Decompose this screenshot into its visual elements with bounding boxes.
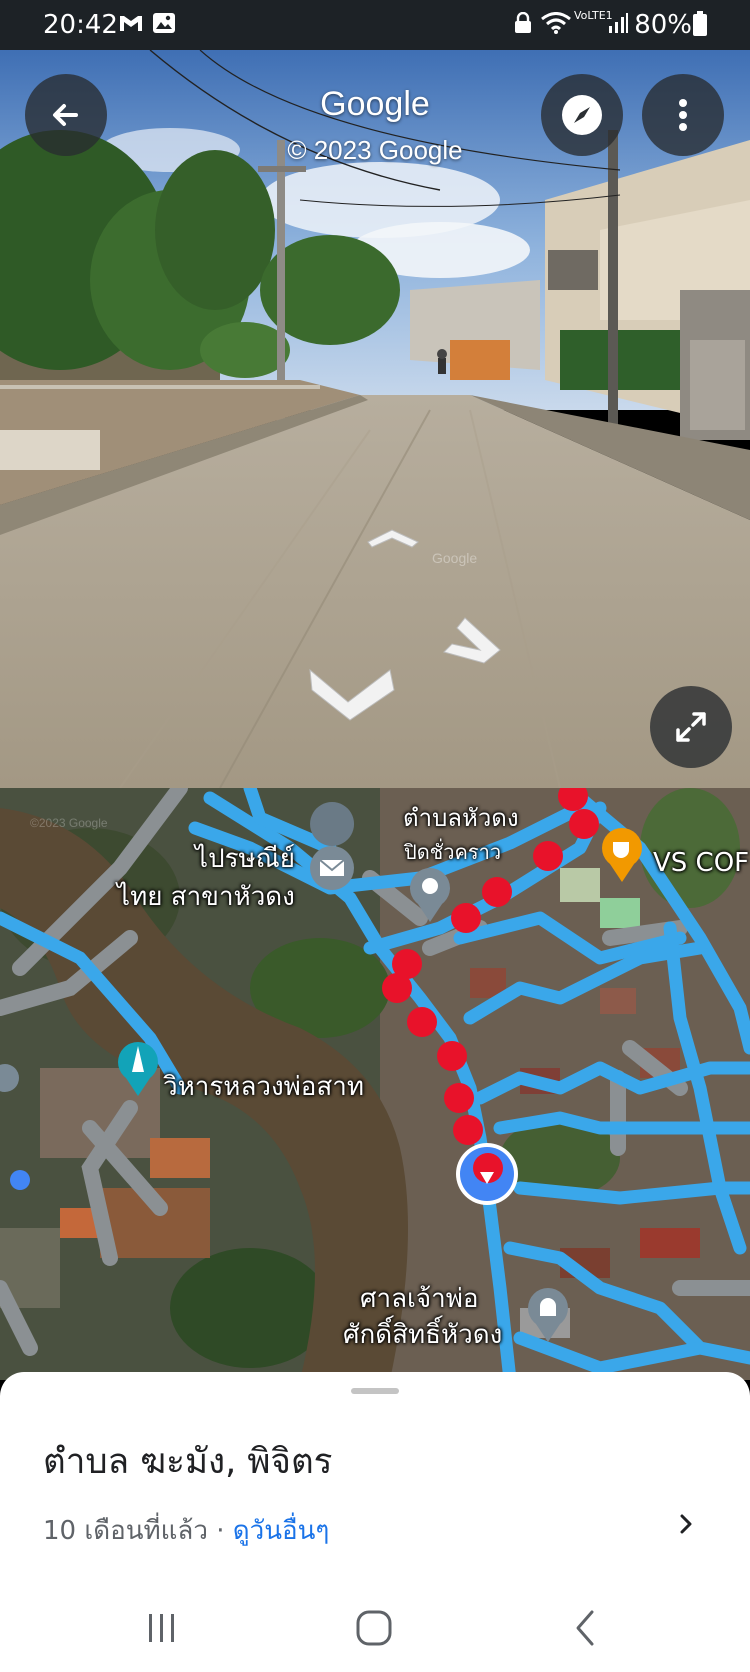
see-other-dates-link[interactable]: ดูวันอื่นๆ [233,1516,330,1546]
wifi-icon [540,12,572,40]
map-label-shrine-1[interactable]: ศาลเจ้าพ่อ [360,1278,479,1319]
status-time: 20:42 [43,10,118,40]
signal-icon [607,12,629,40]
map-label-cafe[interactable]: VS COF [653,848,749,878]
lock-icon [513,11,533,40]
recent-apps-icon [149,1614,174,1642]
street-view-title: Google [320,85,430,123]
imagery-date: 10 เดือนที่แล้ว [43,1516,208,1546]
gallery-icon [152,12,176,40]
battery-percent: 80% [634,10,692,40]
map-label-shrine-2[interactable]: ศักดิ์สิทธิ์หัวดง [343,1314,502,1355]
map-label-temporarily-closed: ปิดชั่วคราว [404,840,502,864]
battery-icon [692,11,708,43]
navigation-bar [0,1590,750,1672]
map-watermark: ©2023 Google [30,816,108,830]
more-vert-icon [679,99,687,131]
map-label-post-office-1[interactable]: ไปรษณีย์ [195,838,295,879]
compass-button[interactable] [541,74,623,156]
bottom-sheet[interactable]: ตำบล ฆะมัง, พิจิตร 10 เดือนที่แล้ว · ดูว… [0,1372,750,1590]
chevron-right-icon [680,1514,692,1534]
street-view-copyright: © 2023 Google [287,135,463,165]
street-view-panorama[interactable]: Google © 2023 Google Google [0,50,750,788]
nav-back-button[interactable] [566,1608,606,1648]
date-separator: · [207,1516,233,1546]
expand-icon [676,712,706,742]
home-icon [356,1610,392,1646]
more-options-button[interactable] [642,74,724,156]
expand-button[interactable] [650,686,732,768]
gmail-icon [118,12,144,40]
back-icon [53,104,78,126]
status-bar: 20:42 VoLTE1 80% [0,0,750,50]
street-view-watermark: Google [432,550,478,566]
recent-apps-button[interactable] [142,1608,182,1648]
drag-handle[interactable] [351,1388,399,1394]
home-button[interactable] [354,1608,394,1648]
compass-icon [562,95,602,135]
location-title: ตำบล ฆะมัง, พิจิตร [43,1442,333,1482]
map-label-subdistrict: ตำบลหัวดง [403,804,519,832]
back-button[interactable] [25,74,107,156]
see-more-button[interactable] [672,1510,700,1538]
map-view[interactable]: ตำบลหัวดง ไปรษณีย์ ไทย สาขาหัวดง ปิดชั่ว… [0,788,750,1380]
map-label-temple[interactable]: วิหารหลวงพ่อสาท [163,1066,364,1107]
back-nav-icon [576,1610,594,1646]
map-label-post-office-2[interactable]: ไทย สาขาหัวดง [117,876,295,917]
imagery-date-row: 10 เดือนที่แล้ว · ดูวันอื่นๆ [43,1510,329,1551]
